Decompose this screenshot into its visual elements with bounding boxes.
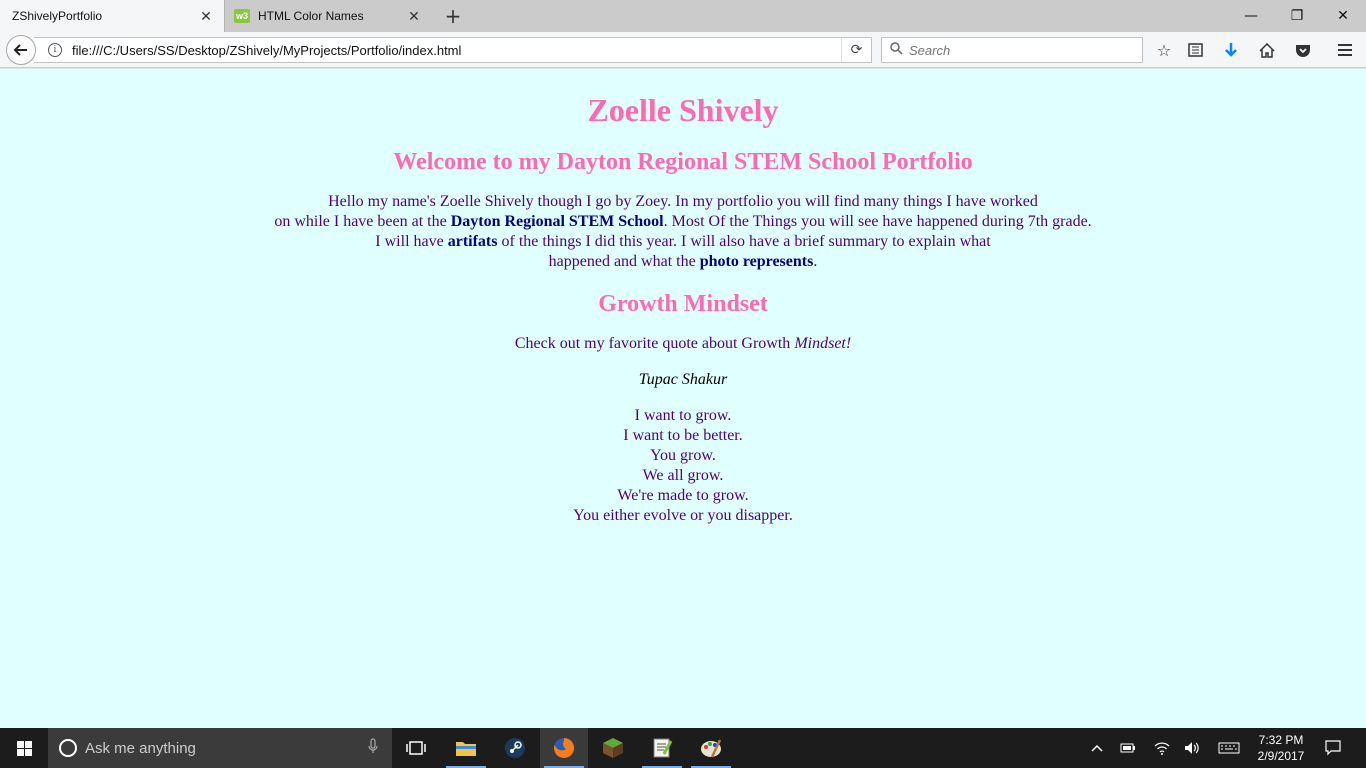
back-arrow-icon <box>13 44 27 56</box>
intro-text: happened and what the <box>548 253 700 270</box>
navigation-toolbar: i file:///C:/Users/SS/Desktop/ZShively/M… <box>0 32 1366 68</box>
wifi-icon[interactable] <box>1150 728 1174 768</box>
tab-html-color-names[interactable]: w3 HTML Color Names ✕ <box>226 0 432 32</box>
quote-line: You grow. <box>650 447 716 464</box>
quote-intro: Check out my favorite quote about Growth… <box>0 334 1366 354</box>
home-icon[interactable] <box>1254 37 1280 63</box>
file-explorer-button[interactable] <box>442 728 490 768</box>
quote-line: I want to grow. <box>634 407 732 424</box>
folder-icon <box>456 742 476 756</box>
windows-taskbar: Ask me anything 7:32 PM 2/9/2017 <box>0 728 1366 768</box>
quote-intro-emphasis: Mindset! <box>794 335 852 352</box>
show-hidden-icons-chevron-icon[interactable] <box>1086 728 1108 768</box>
site-info-icon[interactable]: i <box>48 43 62 57</box>
firefox-icon <box>554 737 575 758</box>
artifacts-bold: artifats <box>447 233 498 250</box>
menu-hamburger-icon[interactable] <box>1332 37 1358 63</box>
url-text[interactable]: file:///C:/Users/SS/Desktop/ZShively/MyP… <box>72 43 841 58</box>
growth-mindset-heading: Growth Mindset <box>598 291 768 317</box>
quote-author: Tupac Shakur <box>638 371 728 388</box>
close-tab-icon[interactable]: ✕ <box>194 4 218 28</box>
microphone-icon[interactable] <box>368 738 378 758</box>
page-content: Zoelle Shively Welcome to my Dayton Regi… <box>0 69 1366 728</box>
windows-logo-icon <box>16 740 32 756</box>
steam-button[interactable] <box>491 728 539 768</box>
steam-icon <box>505 738 525 758</box>
tab-title: HTML Color Names <box>258 9 364 23</box>
minimize-button[interactable]: — <box>1228 0 1274 32</box>
new-tab-button[interactable]: + <box>441 4 465 28</box>
intro-paragraph: Hello my name's Zoelle Shively though I … <box>0 192 1366 272</box>
task-view-icon <box>406 741 426 755</box>
quote-line: We're made to grow. <box>617 487 749 504</box>
url-bar[interactable]: i file:///C:/Users/SS/Desktop/ZShively/M… <box>34 37 872 63</box>
quote-line: We all grow. <box>642 467 724 484</box>
page-title: Zoelle Shively <box>587 92 779 128</box>
volume-icon[interactable] <box>1180 728 1204 768</box>
search-icon <box>890 41 903 59</box>
battery-icon[interactable] <box>1116 728 1140 768</box>
keyboard-icon[interactable] <box>1214 728 1244 768</box>
reload-icon[interactable]: ⟳ <box>841 38 871 62</box>
quote-line: I want to be better. <box>623 427 743 444</box>
bookmark-star-icon[interactable]: ☆ <box>1151 37 1177 63</box>
close-tab-icon[interactable]: ✕ <box>402 4 426 28</box>
intro-text: . <box>813 253 818 270</box>
school-name-bold: Dayton Regional STEM School <box>450 213 664 230</box>
clock-time: 7:32 PM <box>1258 733 1304 747</box>
tab-zshively-portfolio[interactable]: ZShivelyPortfolio ✕ <box>0 0 225 32</box>
firefox-button[interactable] <box>540 728 588 768</box>
tab-strip: ZShivelyPortfolio ✕ w3 HTML Color Names … <box>0 0 1366 32</box>
reading-list-icon[interactable] <box>1182 37 1208 63</box>
start-button[interactable] <box>0 728 48 768</box>
quote-intro-text: Check out my favorite quote about Growth <box>514 335 795 352</box>
downloads-icon[interactable] <box>1218 37 1244 63</box>
quote-text: I want to grow. I want to be better. You… <box>0 406 1366 526</box>
cortana-icon <box>59 739 77 757</box>
close-window-button[interactable]: ✕ <box>1320 0 1366 32</box>
notepad-icon <box>653 738 673 758</box>
task-view-button[interactable] <box>392 728 440 768</box>
intro-text: of the things I did this year. I will al… <box>497 233 991 250</box>
minecraft-button[interactable] <box>589 728 637 768</box>
restore-button[interactable]: ❐ <box>1274 0 1320 32</box>
search-box[interactable] <box>881 37 1143 63</box>
quote-line: You either evolve or you disapper. <box>573 507 793 524</box>
search-input[interactable] <box>909 42 1129 58</box>
intro-text: I will have <box>375 233 448 250</box>
photo-represents-bold: photo represents <box>699 253 814 270</box>
minecraft-icon <box>603 738 623 758</box>
paint-palette-icon <box>701 739 722 758</box>
system-clock[interactable]: 7:32 PM 2/9/2017 <box>1248 732 1314 764</box>
pocket-icon[interactable] <box>1290 37 1316 63</box>
cortana-search-box[interactable]: Ask me anything <box>48 728 392 768</box>
intro-text: on while I have been at the <box>274 213 451 230</box>
tab-title: ZShivelyPortfolio <box>12 9 103 23</box>
clock-date: 2/9/2017 <box>1257 749 1305 763</box>
welcome-heading: Welcome to my Dayton Regional STEM Schoo… <box>393 149 973 175</box>
action-center-icon[interactable] <box>1320 728 1346 768</box>
notepad-plus-plus-button[interactable] <box>638 728 686 768</box>
cortana-placeholder: Ask me anything <box>85 739 196 757</box>
paint-button[interactable] <box>687 728 735 768</box>
w3schools-favicon-icon: w3 <box>234 9 250 23</box>
intro-text: . Most Of the Things you will see have h… <box>663 213 1092 230</box>
intro-text: Hello my name's Zoelle Shively though I … <box>328 193 1038 210</box>
back-button[interactable] <box>6 35 36 65</box>
